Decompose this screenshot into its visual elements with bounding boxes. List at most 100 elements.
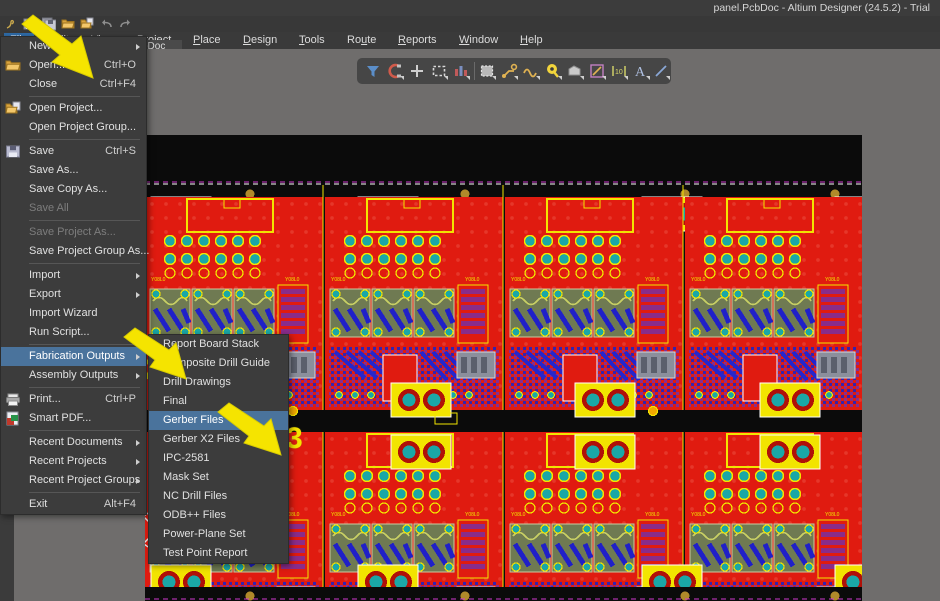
undo-icon[interactable] bbox=[100, 17, 114, 31]
altium-logo-icon[interactable] bbox=[4, 17, 18, 31]
fabrication-outputs-submenu[interactable]: Report Board Stack Composite Drill Guide D… bbox=[148, 334, 289, 564]
pcb-tools-toolbar[interactable]: 10 A bbox=[357, 58, 671, 84]
chevron-right-icon bbox=[136, 273, 140, 279]
menubar-item-tools[interactable]: Tools bbox=[293, 33, 331, 48]
file-menu-item-import[interactable]: Import bbox=[1, 266, 146, 285]
place-track-icon[interactable] bbox=[499, 61, 519, 81]
pdf-icon bbox=[5, 411, 21, 426]
fab-submenu-item-power-plane-set[interactable]: Power-Plane Set bbox=[149, 525, 288, 544]
chevron-right-icon bbox=[136, 478, 140, 484]
menubar-item-place[interactable]: Place bbox=[187, 33, 227, 48]
file-menu-dropdown[interactable]: New Open... Ctrl+O Close Ctrl+F4 Open Project… bbox=[0, 36, 149, 515]
file-menu-item-open-project[interactable]: Open Project... bbox=[1, 99, 146, 118]
menubar-item-reports[interactable]: Reports bbox=[392, 33, 443, 48]
place-fill-icon[interactable] bbox=[477, 61, 497, 81]
project-folder-icon bbox=[5, 101, 21, 116]
file-menu-item-print[interactable]: Print... Ctrl+P bbox=[1, 390, 146, 409]
dropdown-caret-icon[interactable] bbox=[466, 76, 470, 80]
place-component-icon[interactable] bbox=[587, 61, 607, 81]
place-dimension-icon[interactable]: 10 bbox=[609, 61, 629, 81]
dropdown-caret-icon[interactable] bbox=[624, 76, 628, 80]
menu-separator bbox=[29, 430, 140, 431]
place-arc-icon[interactable] bbox=[521, 61, 541, 81]
dropdown-caret-icon[interactable] bbox=[444, 76, 448, 80]
dropdown-caret-icon[interactable] bbox=[646, 76, 650, 80]
dropdown-caret-icon[interactable] bbox=[514, 76, 518, 80]
dropdown-caret-icon[interactable] bbox=[666, 76, 670, 80]
menu-item-label: Gerber X2 Files bbox=[163, 433, 241, 445]
file-menu-item-assembly-outputs[interactable]: Assembly Outputs bbox=[1, 366, 146, 385]
fab-submenu-item-drill-drawings[interactable]: Drill Drawings bbox=[149, 373, 288, 392]
menu-item-label: Open Project... bbox=[29, 102, 103, 114]
menu-item-label: Recent Documents bbox=[29, 436, 123, 448]
menubar-item-help[interactable]: Help bbox=[514, 33, 549, 48]
menubar-item-design[interactable]: Design bbox=[237, 33, 283, 48]
dropdown-caret-icon[interactable] bbox=[558, 76, 562, 80]
file-menu-item-new[interactable]: New bbox=[1, 37, 146, 56]
fab-submenu-item-test-point-report[interactable]: Test Point Report bbox=[149, 544, 288, 563]
fab-submenu-item-report-board-stack[interactable]: Report Board Stack bbox=[149, 335, 288, 354]
menu-item-shortcut: Ctrl+O bbox=[103, 59, 136, 71]
dropdown-caret-icon[interactable] bbox=[536, 76, 540, 80]
file-menu-item-run-script[interactable]: Run Script... bbox=[1, 323, 146, 342]
fab-submenu-item-gerber-x2-files[interactable]: Gerber X2 Files bbox=[149, 430, 288, 449]
bottom-left-panel bbox=[14, 505, 145, 601]
chevron-right-icon bbox=[136, 373, 140, 379]
filter-icon[interactable] bbox=[363, 61, 383, 81]
file-menu-item-smart-pdf[interactable]: Smart PDF... bbox=[1, 409, 146, 428]
fab-submenu-item-composite-drill-guide[interactable]: Composite Drill Guide bbox=[149, 354, 288, 373]
add-crosshair-icon[interactable] bbox=[407, 61, 427, 81]
fab-submenu-item-mask-set[interactable]: Mask Set bbox=[149, 468, 288, 487]
menu-separator bbox=[29, 344, 140, 345]
fab-submenu-item-gerber-files[interactable]: Gerber Files bbox=[149, 411, 288, 430]
menubar-item-route[interactable]: Route bbox=[341, 33, 382, 48]
fab-submenu-item-final[interactable]: Final bbox=[149, 392, 288, 411]
menu-item-label: Save Copy As... bbox=[29, 183, 108, 195]
menu-item-label: Import Wizard bbox=[29, 307, 98, 319]
file-menu-item-save-as[interactable]: Save As... bbox=[1, 161, 146, 180]
magnet-snap-icon[interactable] bbox=[385, 61, 405, 81]
place-rectangle-icon[interactable] bbox=[429, 61, 449, 81]
menubar-item-window[interactable]: Window bbox=[453, 33, 504, 48]
file-menu-item-recent-documents[interactable]: Recent Documents bbox=[1, 433, 146, 452]
dropdown-caret-icon[interactable] bbox=[580, 76, 584, 80]
place-pad-icon[interactable] bbox=[543, 61, 563, 81]
place-via-icon[interactable] bbox=[565, 61, 585, 81]
file-menu-item-close[interactable]: Close Ctrl+F4 bbox=[1, 75, 146, 94]
save-icon bbox=[5, 144, 21, 159]
file-menu-item-exit[interactable]: Exit Alt+F4 bbox=[1, 495, 146, 514]
menu-item-label: Export bbox=[29, 288, 61, 300]
menu-separator bbox=[29, 139, 140, 140]
file-menu-item-save-copy-as[interactable]: Save Copy As... bbox=[1, 180, 146, 199]
menu-item-label: Composite Drill Guide bbox=[163, 357, 270, 369]
dropdown-caret-icon[interactable] bbox=[602, 76, 606, 80]
open-project-icon[interactable] bbox=[80, 17, 94, 31]
save-icon[interactable] bbox=[23, 17, 37, 31]
fab-submenu-item-ipc-2581[interactable]: IPC-2581 bbox=[149, 449, 288, 468]
file-menu-item-save[interactable]: Save Ctrl+S bbox=[1, 142, 146, 161]
place-string-icon[interactable]: A bbox=[631, 61, 651, 81]
redo-icon[interactable] bbox=[118, 17, 132, 31]
file-menu-item-open[interactable]: Open... Ctrl+O bbox=[1, 56, 146, 75]
file-menu-item-export[interactable]: Export bbox=[1, 285, 146, 304]
file-menu-item-recent-project-groups[interactable]: Recent Project Groups bbox=[1, 471, 146, 490]
menu-item-label: ODB++ Files bbox=[163, 509, 226, 521]
file-menu-item-open-project-group[interactable]: Open Project Group... bbox=[1, 118, 146, 137]
dropdown-caret-icon[interactable] bbox=[400, 76, 404, 80]
window-title: panel.PcbDoc - Altium Designer (24.5.2) … bbox=[713, 2, 930, 14]
file-menu-item-fabrication-outputs[interactable]: Fabrication Outputs bbox=[1, 347, 146, 366]
file-menu-item-save-all: Save All bbox=[1, 199, 146, 218]
file-menu-item-save-project-group-as[interactable]: Save Project Group As... bbox=[1, 242, 149, 261]
save-all-icon[interactable] bbox=[41, 17, 57, 31]
fab-submenu-item-nc-drill-files[interactable]: NC Drill Files bbox=[149, 487, 288, 506]
place-line-icon[interactable] bbox=[651, 61, 671, 81]
file-menu-item-recent-projects[interactable]: Recent Projects bbox=[1, 452, 146, 471]
svg-text:A: A bbox=[635, 65, 646, 80]
place-polygon-icon[interactable] bbox=[451, 61, 471, 81]
file-menu-item-import-wizard[interactable]: Import Wizard bbox=[1, 304, 146, 323]
folder-open-icon[interactable] bbox=[61, 17, 75, 31]
menu-item-label: Final bbox=[163, 395, 187, 407]
menu-item-label: Fabrication Outputs bbox=[29, 350, 125, 362]
dropdown-caret-icon[interactable] bbox=[492, 76, 496, 80]
fab-submenu-item-odb-files[interactable]: ODB++ Files bbox=[149, 506, 288, 525]
